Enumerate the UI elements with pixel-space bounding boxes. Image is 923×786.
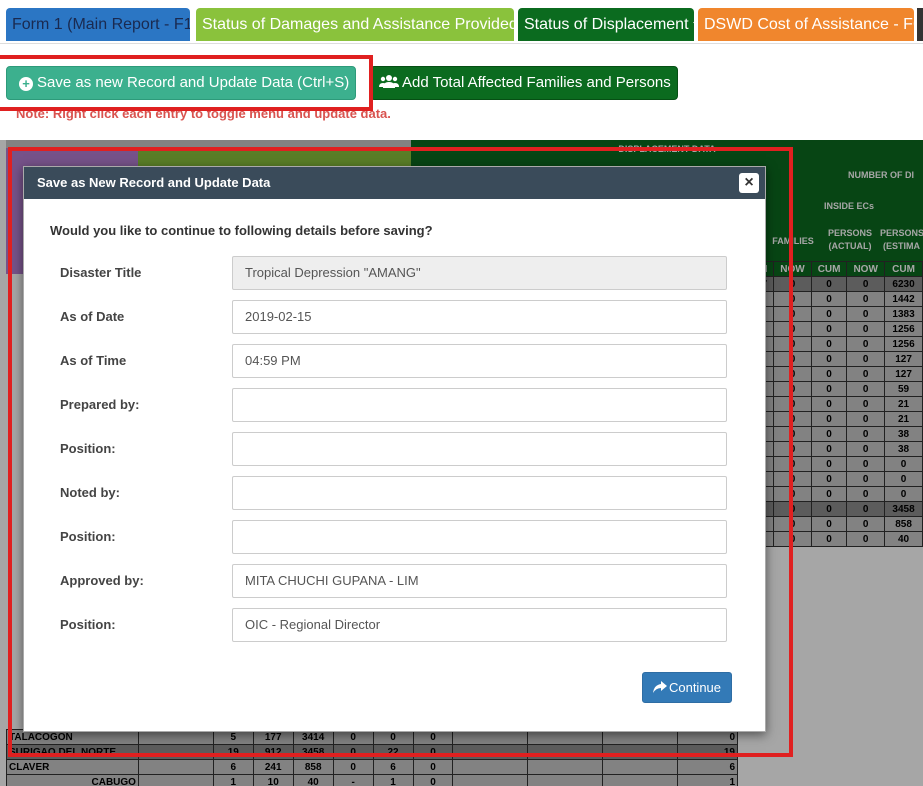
app-root: Form 1 (Main Report - F1) Status of Dama… [0, 0, 923, 786]
tab-form1-main-report[interactable]: Form 1 (Main Report - F1) [6, 8, 190, 41]
tab-dswd-cost[interactable]: DSWD Cost of Assistance - F6 [698, 8, 914, 41]
tab-label: Form 1 (Main Report - F1) [12, 16, 190, 33]
tab-status-damages[interactable]: Status of Damages and Assistance Provide… [196, 8, 514, 41]
tab-label: Status of Displacement [524, 16, 689, 33]
tab-label: Status of Damages and Assistance Provide… [202, 16, 514, 33]
add-affected-families-button[interactable]: Add Total Affected Families and Persons [370, 66, 678, 100]
add-button-label: Add Total Affected Families and Persons [402, 74, 671, 91]
tab-status-displacement[interactable]: Status of Displacement [518, 8, 694, 41]
users-icon [379, 75, 399, 88]
tab-label: DSWD Cost of Assistance - F6 [704, 16, 914, 33]
report-tabs: Form 1 (Main Report - F1) Status of Dama… [0, 0, 923, 44]
highlight-modal [8, 147, 793, 757]
caret-down-icon [692, 22, 694, 28]
highlight-save-button [0, 55, 373, 111]
tab-overflow-edge [917, 8, 923, 41]
